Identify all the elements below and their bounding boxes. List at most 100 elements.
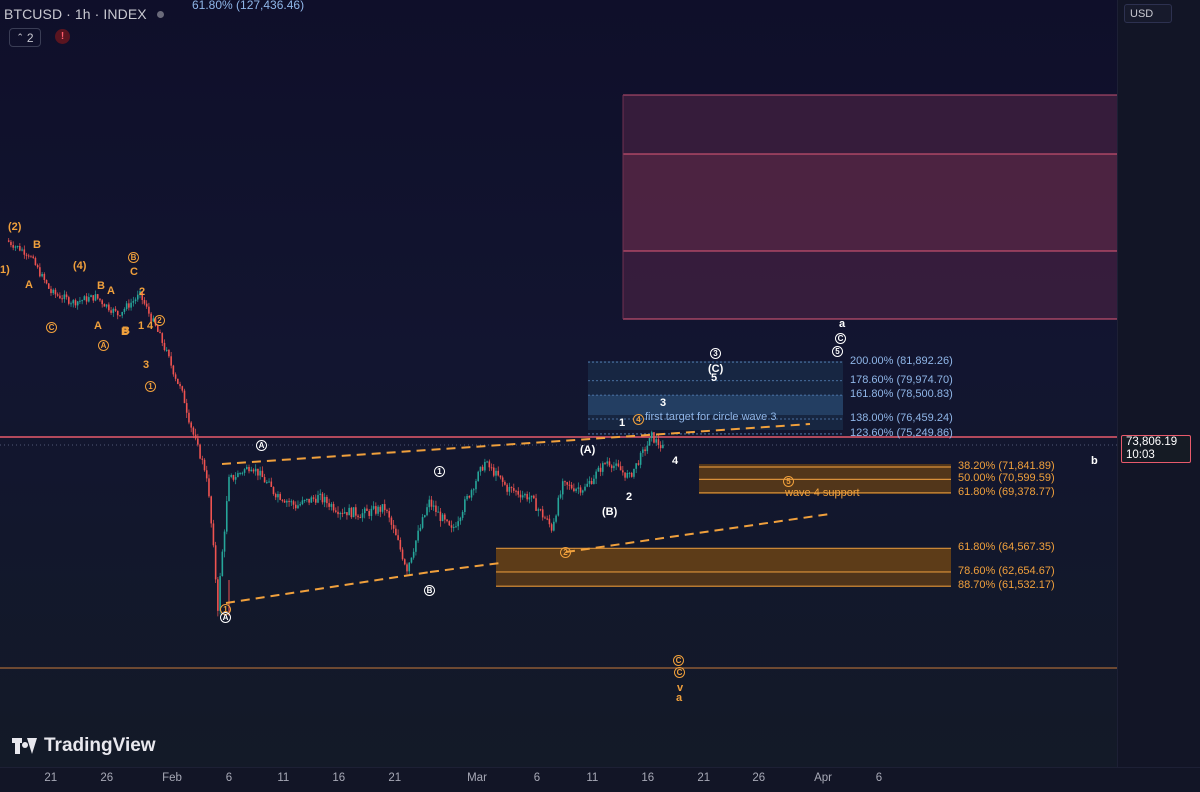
indicators-toggle-button[interactable]: ⌃ 2 — [9, 28, 41, 47]
candle — [490, 467, 493, 469]
candle — [410, 557, 413, 563]
price-scale[interactable]: 120,000.00112,000.00107,000.00102,000.00… — [1117, 0, 1200, 767]
candle — [537, 509, 540, 511]
candle — [205, 470, 208, 479]
wave-label: A — [256, 440, 267, 451]
candle — [19, 245, 21, 251]
candle — [557, 497, 560, 516]
lower-trendline-ext — [429, 562, 501, 573]
candle — [475, 481, 477, 490]
candle — [395, 528, 397, 536]
candle — [468, 495, 471, 498]
candle — [243, 469, 246, 473]
candle — [72, 300, 75, 304]
fib-level-label: 123.60% (75,249.86) — [850, 426, 953, 439]
candle — [246, 466, 248, 470]
candle — [63, 294, 66, 299]
candle — [481, 466, 484, 471]
candle — [446, 519, 448, 522]
wave-label: B — [424, 585, 435, 596]
candle — [41, 274, 43, 277]
candle — [341, 512, 344, 514]
candle — [228, 476, 230, 502]
symbol-header[interactable]: BTCUSD · 1h · INDEX — [4, 4, 164, 24]
candle — [201, 458, 204, 460]
candle — [568, 484, 571, 486]
wave-label: a — [839, 318, 846, 330]
candle — [599, 467, 602, 472]
candle — [148, 306, 150, 314]
wave-label: B — [97, 280, 105, 292]
wave-label: B — [33, 239, 41, 251]
candle — [319, 493, 322, 496]
candle — [639, 452, 642, 465]
candle — [593, 478, 595, 484]
currency-button[interactable]: USD — [1124, 4, 1172, 23]
candle — [110, 310, 112, 313]
candle — [412, 551, 415, 558]
candle — [263, 477, 266, 483]
candle — [357, 515, 359, 518]
candle — [79, 300, 81, 302]
candle — [310, 497, 313, 503]
candle — [61, 298, 63, 300]
indicator-count: 2 — [26, 30, 34, 45]
alert-icon[interactable]: ! — [55, 29, 70, 44]
candle — [517, 491, 520, 495]
wave-label: 4 — [147, 320, 154, 332]
candle — [88, 297, 90, 302]
candle — [630, 472, 633, 477]
candle — [521, 495, 524, 498]
candle — [650, 432, 653, 439]
wave-label: C — [130, 266, 138, 278]
fib-level-label: 50.00% (70,599.59) — [958, 472, 1055, 485]
candle — [588, 480, 591, 484]
candle — [90, 295, 92, 298]
candle — [112, 308, 115, 313]
candle — [492, 467, 495, 476]
candle — [524, 494, 526, 496]
candle — [644, 449, 646, 452]
candle — [648, 438, 651, 446]
candle — [555, 515, 557, 522]
candle — [461, 511, 464, 518]
tradingview-logo[interactable]: TradingView — [12, 735, 156, 757]
fib-level-label: 78.60% (62,654.67) — [958, 564, 1055, 577]
candle — [606, 461, 609, 464]
candle — [183, 390, 186, 404]
candle — [212, 523, 215, 546]
candle — [143, 300, 146, 304]
candle — [535, 498, 537, 511]
wave-label: a — [676, 692, 683, 704]
candle — [116, 310, 119, 316]
candle — [377, 506, 379, 514]
candle — [157, 325, 159, 332]
candle — [501, 477, 504, 482]
candle — [659, 445, 662, 449]
wave-label: (A) — [580, 444, 596, 456]
candle — [170, 356, 172, 366]
candle — [479, 466, 482, 472]
wave-label: C — [835, 333, 846, 344]
candle — [581, 490, 584, 493]
wave-label: A — [220, 612, 231, 623]
candle — [615, 463, 617, 466]
candle — [653, 432, 655, 443]
logo-text: TradingView — [44, 735, 156, 756]
candle — [81, 300, 83, 302]
candle — [655, 439, 657, 443]
candle — [214, 545, 217, 580]
candle — [381, 504, 384, 512]
status-dot-icon — [156, 10, 164, 18]
candle — [188, 412, 190, 423]
candle — [642, 449, 644, 453]
candle — [283, 500, 286, 503]
candle — [359, 517, 362, 519]
bar-countdown: 10:03 — [1126, 449, 1155, 461]
candle — [16, 245, 19, 247]
candle — [76, 301, 79, 306]
candle — [602, 463, 604, 472]
candle — [506, 484, 508, 492]
candle — [101, 300, 103, 305]
candle — [646, 445, 649, 452]
